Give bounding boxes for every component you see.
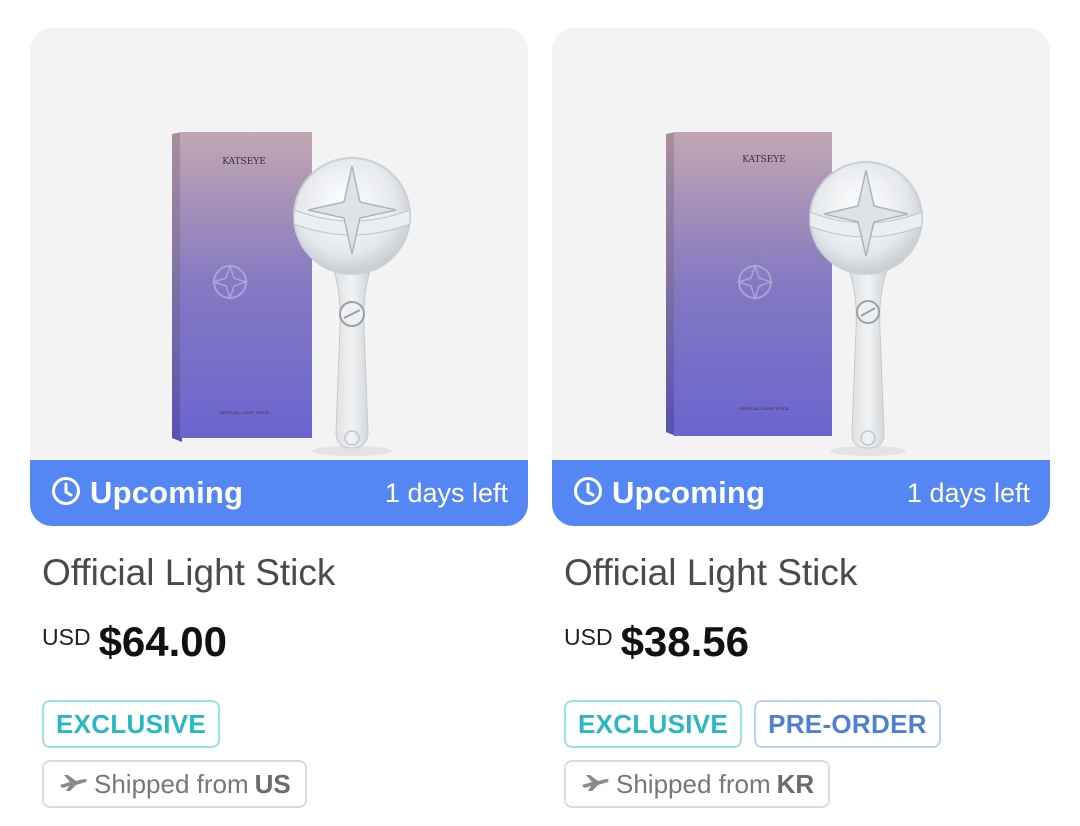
shipping-origin-tag: Shipped from KR: [564, 760, 831, 808]
product-price: USD $38.56: [564, 618, 749, 666]
airplane-icon: [58, 769, 88, 800]
shipped-origin: US: [254, 768, 291, 799]
shipped-origin: KR: [776, 768, 815, 799]
status-bar: Upcoming 1 days left: [30, 460, 528, 526]
box-caption-text: OFFICIAL LIGHT STICK: [219, 410, 270, 415]
price-amount: $38.56: [620, 618, 750, 665]
price-currency: USD: [42, 624, 91, 650]
product-card[interactable]: KATSEYE OFFICIAL LIGHT STICK Upcoming 1 …: [552, 28, 1050, 808]
clock-icon: [50, 475, 82, 512]
days-left-label: 1 days left: [384, 477, 508, 508]
shipped-from-text: Shipped from: [94, 768, 249, 799]
status-bar: Upcoming 1 days left: [552, 460, 1050, 526]
product-image-area[interactable]: KATSEYE OFFICIAL LIGHT STICK Upcoming 1 …: [552, 28, 1050, 526]
shipping-origin-tag: Shipped from US: [42, 760, 307, 808]
product-photo: KATSEYE OFFICIAL LIGHT STICK: [552, 28, 1050, 460]
shipped-from-text: Shipped from: [616, 768, 771, 799]
exclusive-badge: EXCLUSIVE: [564, 700, 743, 748]
product-price: USD $64.00: [42, 618, 227, 666]
product-photo: KATSEYE OFFICIAL LIGHT STICK: [30, 28, 528, 460]
airplane-icon: [580, 769, 610, 800]
box-caption-text: OFFICIAL LIGHT STICK: [739, 406, 790, 411]
badge-row: EXCLUSIVE: [42, 700, 221, 748]
price-currency: USD: [564, 624, 613, 650]
badge-row: EXCLUSIVE PRE-ORDER: [564, 700, 941, 748]
pre-order-badge: PRE-ORDER: [754, 700, 941, 748]
exclusive-badge: EXCLUSIVE: [42, 700, 221, 748]
days-left-label: 1 days left: [906, 477, 1030, 508]
box-brand-text: KATSEYE: [222, 157, 266, 167]
product-card[interactable]: KATSEYE OFFICIAL LIGHT STICK Upcoming 1 …: [30, 28, 528, 808]
product-image-area[interactable]: KATSEYE OFFICIAL LIGHT STICK Upcoming 1 …: [30, 28, 528, 526]
status-label: Upcoming: [90, 475, 244, 510]
box-brand-text: KATSEYE: [742, 155, 786, 165]
price-amount: $64.00: [98, 618, 228, 665]
product-title[interactable]: Official Light Stick: [564, 552, 857, 594]
clock-icon: [572, 475, 604, 512]
product-title[interactable]: Official Light Stick: [42, 552, 335, 594]
status-label: Upcoming: [612, 475, 766, 510]
